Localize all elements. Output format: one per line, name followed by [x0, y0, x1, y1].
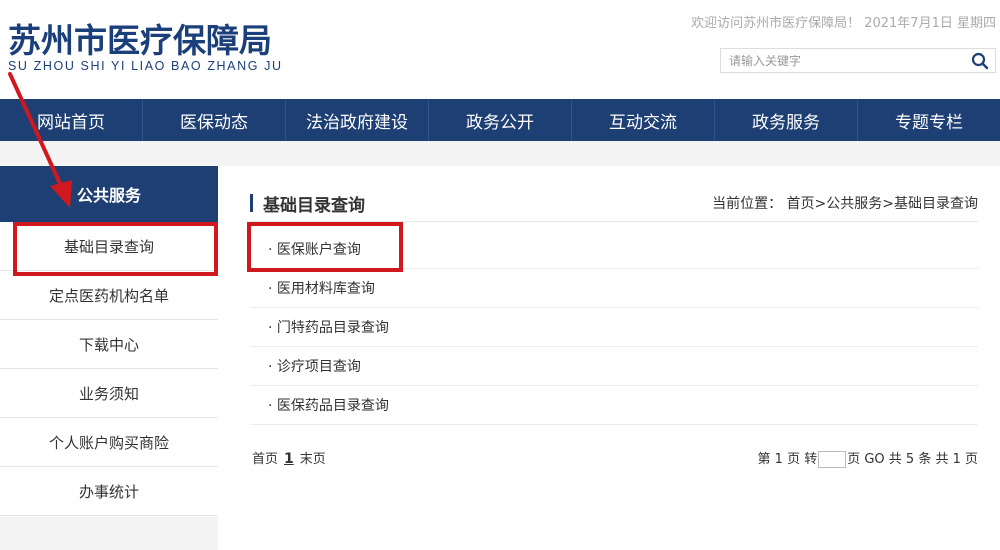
- pager-info-prefix: 第 1 页 转: [757, 452, 818, 467]
- sidebar-item-account-insurance[interactable]: 个人账户购买商险: [0, 418, 218, 467]
- site-header: 苏州市医疗保障局 SU ZHOU SHI YI LIAO BAO ZHANG J…: [0, 0, 1000, 100]
- nav-item-home[interactable]: 网站首页: [0, 99, 143, 141]
- pager-links: 首页 1 末页: [252, 448, 326, 467]
- pager-first-link[interactable]: 首页: [252, 452, 278, 467]
- search-input[interactable]: [721, 49, 969, 72]
- sidebar-item-business-notes[interactable]: 业务须知: [0, 369, 218, 418]
- sidebar-item-designated-institutions[interactable]: 定点医药机构名单: [0, 271, 218, 320]
- nav-item-rule-of-law[interactable]: 法治政府建设: [286, 99, 429, 141]
- main-title-bar: 基础目录查询 当前位置： 首页>公共服务>基础目录查询: [250, 191, 978, 222]
- welcome-text: 欢迎访问苏州市医疗保障局！ 2021年7月1日 星期四: [691, 16, 996, 31]
- site-logo-pinyin: SU ZHOU SHI YI LIAO BAO ZHANG JU: [8, 59, 283, 73]
- pager-current-page[interactable]: 1: [284, 451, 294, 467]
- annotation-box-sidebar: [13, 222, 218, 276]
- sidebar-item-statistics[interactable]: 办事统计: [0, 467, 218, 516]
- sidebar: 公共服务 基础目录查询 定点医药机构名单 下载中心 业务须知 个人账户购买商险 …: [0, 166, 219, 517]
- pager-last-link[interactable]: 末页: [300, 452, 326, 467]
- site-logo[interactable]: 苏州市医疗保障局: [8, 14, 272, 62]
- page-jump-input[interactable]: [818, 451, 847, 468]
- sidebar-item-download-center[interactable]: 下载中心: [0, 320, 218, 369]
- annotation-box-list-item: [247, 222, 403, 272]
- list-item-treatment-query[interactable]: · 诊疗项目查询: [250, 347, 978, 386]
- title-accent-bar: [250, 194, 253, 212]
- list-item-special-drugs-query[interactable]: · 门特药品目录查询: [250, 308, 978, 347]
- nav-item-gov-services[interactable]: 政务服务: [715, 99, 858, 141]
- nav-item-special-topics[interactable]: 专题专栏: [858, 99, 1000, 141]
- page-title: 基础目录查询: [263, 196, 365, 216]
- list-item-drug-catalog-query[interactable]: · 医保药品目录查询: [250, 386, 978, 425]
- search-box: [720, 48, 996, 73]
- nav-item-gov-affairs-open[interactable]: 政务公开: [429, 99, 572, 141]
- list-item-materials-query[interactable]: · 医用材料库查询: [250, 269, 978, 308]
- nav-item-news[interactable]: 医保动态: [143, 99, 286, 141]
- pager-info-suffix[interactable]: 页 GO 共 5 条 共 1 页: [847, 452, 978, 467]
- pager-info: 第 1 页 转 页 GO 共 5 条 共 1 页: [758, 448, 978, 468]
- nav-item-interaction[interactable]: 互动交流: [572, 99, 715, 141]
- breadcrumb[interactable]: 当前位置： 首页>公共服务>基础目录查询: [712, 193, 978, 213]
- search-icon[interactable]: [971, 52, 989, 70]
- sidebar-heading: 公共服务: [0, 166, 218, 222]
- main-nav: 网站首页 医保动态 法治政府建设 政务公开 互动交流 政务服务 专题专栏: [0, 99, 1000, 141]
